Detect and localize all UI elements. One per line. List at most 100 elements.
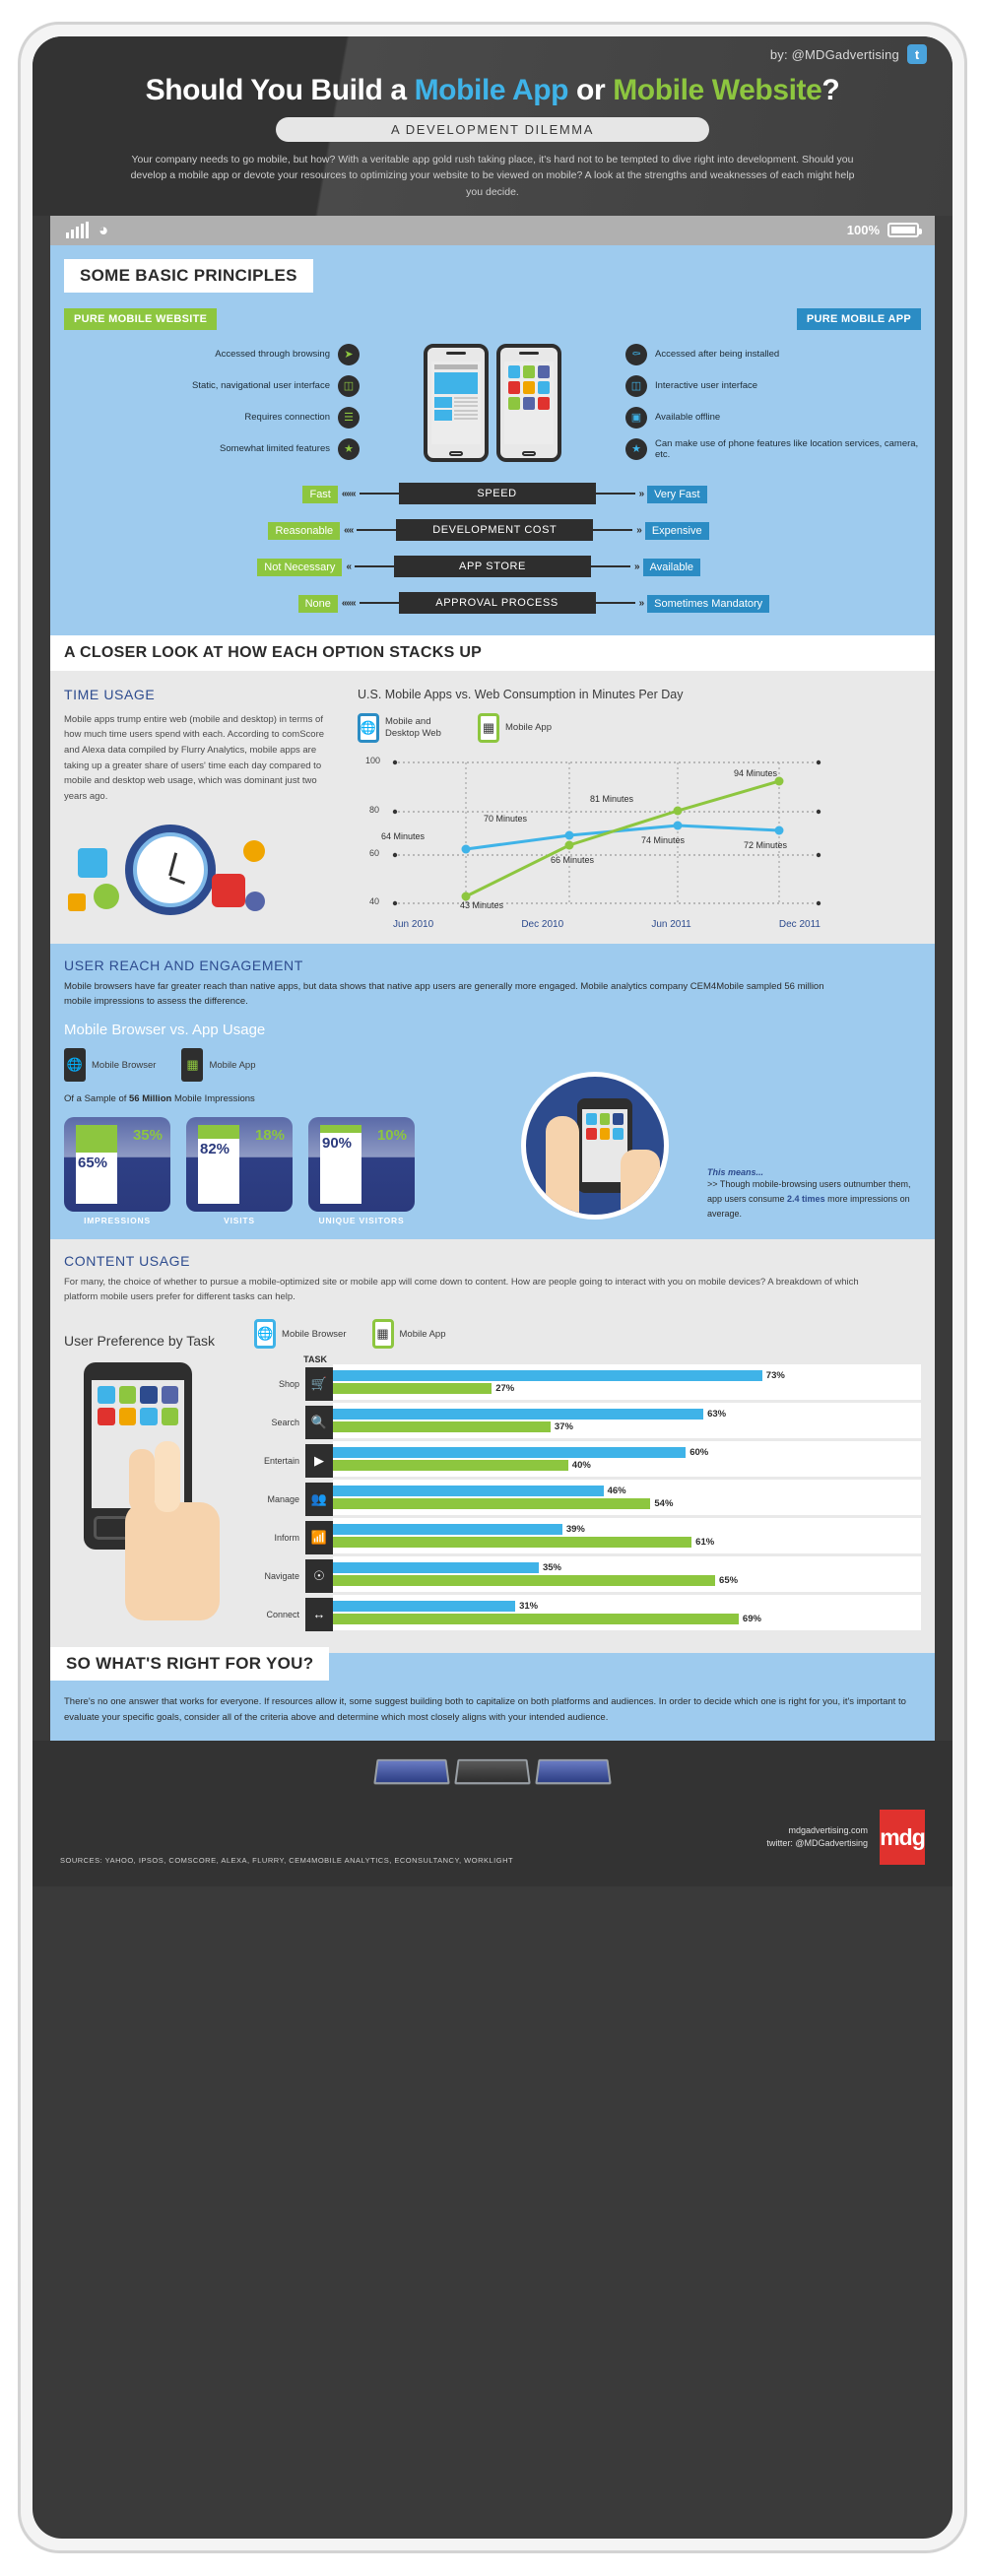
play-button-icon: ▶ [305,1443,333,1478]
star-icon: ★ [625,437,647,460]
device-buttons-illustration [60,1758,925,1785]
pure-mobile-app-pill: PURE MOBILE APP [796,307,921,330]
legend-mobile-app: ▦ Mobile App [478,712,553,743]
app-grid-phone-icon: ▦ [181,1048,204,1083]
people-group-icon: 👥 [305,1482,333,1516]
task-row: Connect ↔ 31% 69% [252,1595,921,1633]
app-value: 69% [742,1614,761,1625]
window-ui-icon: ◫ [338,374,360,397]
app-features: ⚰ Accessed after being installed ◫ Inter… [625,343,921,460]
web-value-label: 72 Minutes [744,839,788,850]
app-value: 65% [719,1575,739,1587]
sample-note: Of a Sample of 56 Million Mobile Impress… [64,1091,921,1107]
left-chevrons: ««« [341,597,357,609]
line-chart-title: U.S. Mobile Apps vs. Web Consumption in … [358,687,684,701]
intro-paragraph: Your company needs to go mobile, but how… [130,154,855,198]
legend-label: Mobile App [399,1328,446,1340]
cursor-arrow-icon: ➤ [338,343,360,365]
feature-label: Static, navigational user interface [192,380,330,392]
signal-bars-icon [66,221,89,238]
comparison-web-value: None [297,595,338,614]
browser-value: 82% [200,1141,230,1158]
pure-mobile-website-pill: PURE MOBILE WEBSITE [64,307,218,330]
task-name: Search [271,1417,299,1427]
header: by: @MDGadvertising t Should You Build a… [33,36,952,216]
app-value: 35% [132,1126,163,1144]
task-row: Inform 📶 39% 61% [252,1518,921,1556]
right-chevrons: » [638,488,645,499]
browser-value: 63% [707,1409,727,1420]
bar-card-group: 82% 18% VISITS [186,1116,293,1225]
comparison-row: Fast ««« SPEED » Very Fast [64,476,921,512]
legend-mobile-browser: 🌐 Mobile Browser [254,1319,347,1350]
legend-label: Mobile and Desktop Web [385,716,441,739]
task-name: Entertain [263,1455,299,1466]
task-name: Inform [274,1532,299,1543]
app-value-label: 94 Minutes [734,767,778,778]
title-mobile-website: Mobile Website [613,74,822,106]
y-tick-80: 80 [369,804,380,815]
legend-label: Mobile App [209,1059,256,1071]
device-screen: by: @MDGadvertising t Should You Build a… [33,36,952,2539]
comparison-criterion: APP STORE [394,556,591,578]
byline-text: by: @MDGadvertising [769,46,899,62]
browser-value: 73% [765,1370,785,1382]
globe-phone-icon: 🌐 [64,1048,86,1083]
left-chevrons: ««« [341,488,357,499]
compass-icon: ☉ [305,1558,333,1593]
legend-mobile-app: ▦ Mobile App [371,1319,446,1350]
comparison-app-value: Sometimes Mandatory [647,595,770,614]
twitter-bird-icon[interactable]: t [907,44,927,64]
web-value-label: 70 Minutes [484,813,528,824]
bar-caption: IMPRESSIONS [84,1215,151,1225]
app-phone-screen [504,361,554,444]
this-means-bold: 2.4 times [787,1194,825,1204]
feature-item: ⚰ Accessed after being installed [625,343,921,365]
comparison-criterion: SPEED [398,483,596,505]
app-value-label: 66 Minutes [551,854,595,865]
app-value: 10% [376,1126,407,1144]
line-chart: 100 80 60 40 64 Minutes 70 Minutes 74 Mi… [358,751,921,923]
app-value: 18% [254,1126,285,1144]
sample-suffix: Mobile Impressions [171,1093,255,1105]
comparison-web-value: Not Necessary [257,559,343,577]
device-frame: by: @MDGadvertising t Should You Build a… [18,22,967,2553]
right-chevrons: » [638,597,645,609]
feature-label: Can make use of phone features like loca… [655,437,919,460]
title-end: ? [821,74,840,106]
status-left: ◕ [66,221,108,238]
task-chart: TASK Shop 🛒 73% 27% Search 🔍 63% 37% Ent… [252,1354,921,1633]
bar-card-group: 90% 10% UNIQUE VISITORS [308,1116,415,1225]
legend-mobile-app: ▦ Mobile App [181,1048,256,1083]
time-usage-body: Mobile apps trump entire web (mobile and… [64,713,325,803]
legend-label: Mobile App [505,722,553,734]
task-row: Shop 🛒 73% 27% [252,1364,921,1403]
mdg-logo: mdg [880,1810,926,1866]
task-name: Shop [278,1378,299,1389]
app-value: 61% [695,1537,715,1549]
content-usage-heading: CONTENT USAGE [64,1252,191,1269]
task-name: Navigate [264,1570,299,1581]
browser-value: 60% [690,1447,709,1459]
footer: SOURCES: YAHOO, IPSOS, COMSCORE, ALEXA, … [33,1741,952,1887]
comparison-web-value: Fast [302,486,338,504]
window-ui-icon: ◫ [625,374,647,397]
time-usage-heading: TIME USAGE [64,686,156,702]
app-value-label: 43 Minutes [460,899,504,910]
comparison-row: Reasonable «« DEVELOPMENT COST » Expensi… [64,512,921,549]
time-usage-chart-col: U.S. Mobile Apps vs. Web Consumption in … [358,687,921,930]
title-mid: or [568,74,614,106]
task-row: Search 🔍 63% 37% [252,1403,921,1441]
footer-website[interactable]: mdgadvertising.com [766,1824,868,1838]
feature-item: Static, navigational user interface ◫ [64,374,360,397]
magnifier-icon: 🔍 [305,1405,333,1439]
task-row: Entertain ▶ 60% 40% [252,1441,921,1480]
footer-twitter[interactable]: twitter: @MDGadvertising [766,1837,868,1851]
title-mobile-app: Mobile App [414,74,569,106]
closer-look-band: A CLOSER LOOK AT HOW EACH OPTION STACKS … [50,634,935,671]
this-means-block: This means... >> Though mobile-browsing … [707,1167,919,1222]
comparison-criterion: APPROVAL PROCESS [398,592,596,615]
basic-principles-heading: SOME BASIC PRINCIPLES [64,258,313,293]
browser-value: 46% [607,1486,626,1497]
browser-value: 39% [565,1524,585,1536]
